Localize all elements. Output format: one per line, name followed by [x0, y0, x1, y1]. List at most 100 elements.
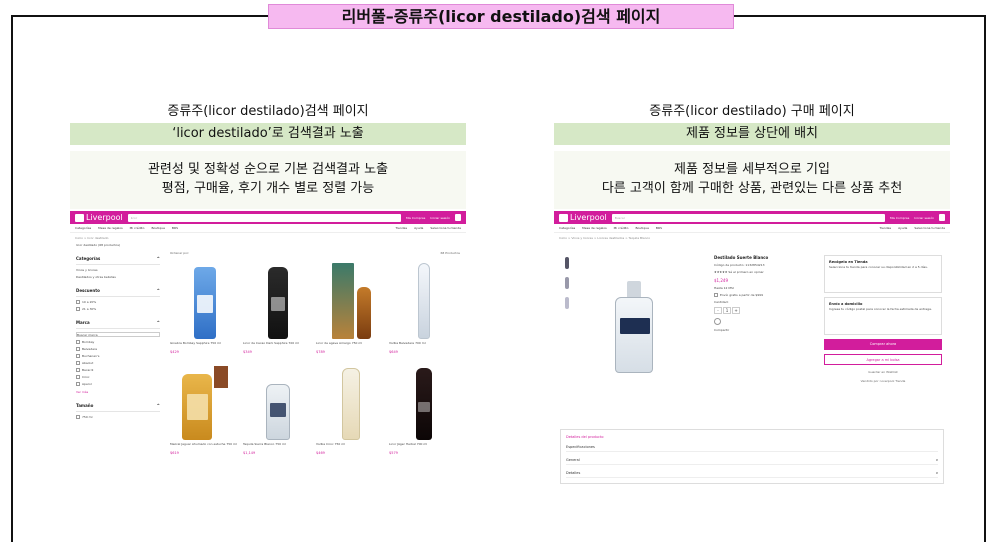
filter-brand-title[interactable]: Marca ^	[76, 320, 160, 325]
details-title[interactable]: Detalles del producto	[566, 435, 938, 439]
checkbox[interactable]	[76, 354, 80, 358]
product-image[interactable]	[170, 259, 240, 339]
nav-brs[interactable]: BRS	[172, 226, 178, 230]
product-card[interactable]: Tequila Sierra Blanco 750 ml $1,149	[243, 360, 313, 455]
thumbnail[interactable]	[562, 296, 572, 310]
product-name[interactable]: Vodka Belvedere 700 ml	[389, 341, 459, 349]
product-image[interactable]	[389, 360, 459, 440]
product-image[interactable]	[316, 259, 386, 339]
product-image[interactable]	[170, 360, 240, 440]
login-link[interactable]: Iniciar sesión	[430, 216, 450, 220]
brand-search-input[interactable]: Buscar marca	[76, 332, 160, 337]
see-more-link[interactable]: Ver más	[76, 390, 160, 394]
checkbox[interactable]	[76, 382, 80, 386]
product-card[interactable]: Mezcal Jaguar Ahumado con estuche 750 ml…	[170, 360, 240, 455]
filter-option[interactable]: Belvedere	[76, 347, 160, 351]
product-rating[interactable]: ★★★★★ Sé el primero en opinar	[714, 270, 814, 274]
nav-credit[interactable]: Mi crédito	[614, 226, 629, 230]
nav-credit[interactable]: Mi crédito	[130, 226, 145, 230]
product-image[interactable]	[243, 360, 313, 440]
nav-brs[interactable]: BRS	[656, 226, 662, 230]
nav-help[interactable]: Ayuda	[414, 226, 423, 230]
product-name[interactable]: Vodka Ciroc 750 ml	[316, 442, 386, 450]
filter-option[interactable]: Bombay	[76, 340, 160, 344]
checkbox[interactable]	[76, 340, 80, 344]
checkbox[interactable]	[76, 415, 80, 419]
select-store-link[interactable]: Selecciona tu tienda	[914, 226, 945, 230]
my-orders-link[interactable]: Mis Compras	[406, 216, 425, 220]
nav-categories[interactable]: Categorías	[75, 226, 91, 230]
filter-size-title[interactable]: Tamaño ^	[76, 403, 160, 408]
filter-option[interactable]: Bacardi	[76, 368, 160, 372]
my-orders-link[interactable]: Mis Compras	[890, 216, 909, 220]
nav-categories[interactable]: Categorías	[559, 226, 575, 230]
filter-option[interactable]: 10 a 20%	[76, 300, 160, 304]
shipping-box[interactable]: Envío a domicilio Ingresa tu código posta…	[824, 297, 942, 335]
specs-row[interactable]: Especificaciones	[566, 445, 938, 452]
bag-icon[interactable]	[455, 214, 461, 221]
product-name[interactable]: Licor de agave Amargo 750 ml	[316, 341, 386, 349]
pickup-box[interactable]: Recógelo en Tienda Selecciona tu tienda p…	[824, 255, 942, 293]
general-row[interactable]: General v	[566, 458, 938, 465]
nav-gift-registry[interactable]: Mesa de regalos	[98, 226, 122, 230]
product-card[interactable]: Licor Jäger Herbal 700 ml $579	[389, 360, 459, 455]
share-link[interactable]: Compartir	[714, 328, 814, 332]
qty-plus-button[interactable]: +	[732, 307, 740, 314]
qty-value[interactable]: 1	[723, 307, 731, 314]
nav-stores[interactable]: Tiendas	[879, 226, 891, 230]
filter-option[interactable]: 21 a 30%	[76, 307, 160, 311]
product-name[interactable]: Ginebra Bombay Sapphire 750 ml	[170, 341, 240, 349]
product-image[interactable]	[243, 259, 313, 339]
product-card[interactable]: Licor de agave Amargo 750 ml $789	[316, 259, 386, 354]
product-name[interactable]: Licor Jäger Herbal 700 ml	[389, 442, 459, 450]
filter-option[interactable]: Aperol	[76, 382, 160, 386]
site-logo[interactable]: Liverpool	[75, 213, 123, 222]
checkbox[interactable]	[76, 300, 80, 304]
checkbox[interactable]	[76, 375, 80, 379]
breadcrumb[interactable]: Inicio > licor destilado	[70, 233, 466, 243]
site-logo[interactable]: Liverpool	[559, 213, 607, 222]
wishlist-link[interactable]: Guardar en Wishlist	[824, 370, 942, 374]
filter-categories-title[interactable]: Categorías ^	[76, 256, 160, 261]
buy-now-button[interactable]: Comprar ahora	[824, 339, 942, 350]
thumbnail[interactable]	[562, 276, 572, 290]
product-name[interactable]: Licor de Cacao Dark Sapphire 700 ml	[243, 341, 313, 349]
qty-minus-button[interactable]: -	[714, 307, 722, 314]
gift-option[interactable]: Envío gratis a partir de $999	[714, 293, 814, 297]
filter-option[interactable]: Vinos y licores	[76, 268, 160, 272]
nav-boutique[interactable]: Boutique	[151, 226, 164, 230]
checkbox[interactable]	[76, 368, 80, 372]
main-product-image[interactable]	[615, 281, 653, 373]
filter-discount-title[interactable]: Descuento ^	[76, 288, 160, 293]
checkbox[interactable]	[714, 293, 718, 297]
quantity-stepper[interactable]: - 1 +	[714, 307, 814, 314]
filter-option[interactable]: Absolut	[76, 361, 160, 365]
search-input[interactable]: Buscar	[611, 213, 885, 222]
filter-option[interactable]: Buchanan's	[76, 354, 160, 358]
checkbox[interactable]	[76, 307, 80, 311]
product-image[interactable]	[316, 360, 386, 440]
color-swatch[interactable]	[714, 318, 721, 325]
nav-stores[interactable]: Tiendas	[395, 226, 407, 230]
search-input[interactable]: licor	[127, 213, 401, 222]
product-name[interactable]: Mezcal Jaguar Ahumado con estuche 750 ml	[170, 442, 240, 450]
bag-icon[interactable]	[939, 214, 945, 221]
breadcrumb[interactable]: Inicio > Vinos y licores > Licores desti…	[554, 233, 950, 243]
filter-option[interactable]: Destilados y otras bebidas	[76, 275, 160, 279]
login-link[interactable]: Iniciar sesión	[914, 216, 934, 220]
details-row[interactable]: Detalles v	[566, 471, 938, 478]
filter-option[interactable]: Ciroc	[76, 375, 160, 379]
add-to-bag-button[interactable]: Agregar a mi bolsa	[824, 354, 942, 365]
nav-gift-registry[interactable]: Mesa de regalos	[582, 226, 606, 230]
product-card[interactable]: Vodka Belvedere 700 ml $649	[389, 259, 459, 354]
checkbox[interactable]	[76, 361, 80, 365]
product-name[interactable]: Tequila Sierra Blanco 750 ml	[243, 442, 313, 450]
product-image[interactable]	[389, 259, 459, 339]
nav-boutique[interactable]: Boutique	[635, 226, 648, 230]
product-card[interactable]: Ginebra Bombay Sapphire 750 ml $429	[170, 259, 240, 354]
checkbox[interactable]	[76, 347, 80, 351]
sort-dropdown[interactable]: Ordenar por:	[170, 251, 189, 255]
product-card[interactable]: Vodka Ciroc 750 ml $469	[316, 360, 386, 455]
filter-option[interactable]: 750 ml	[76, 415, 160, 419]
thumbnail[interactable]	[562, 256, 572, 270]
